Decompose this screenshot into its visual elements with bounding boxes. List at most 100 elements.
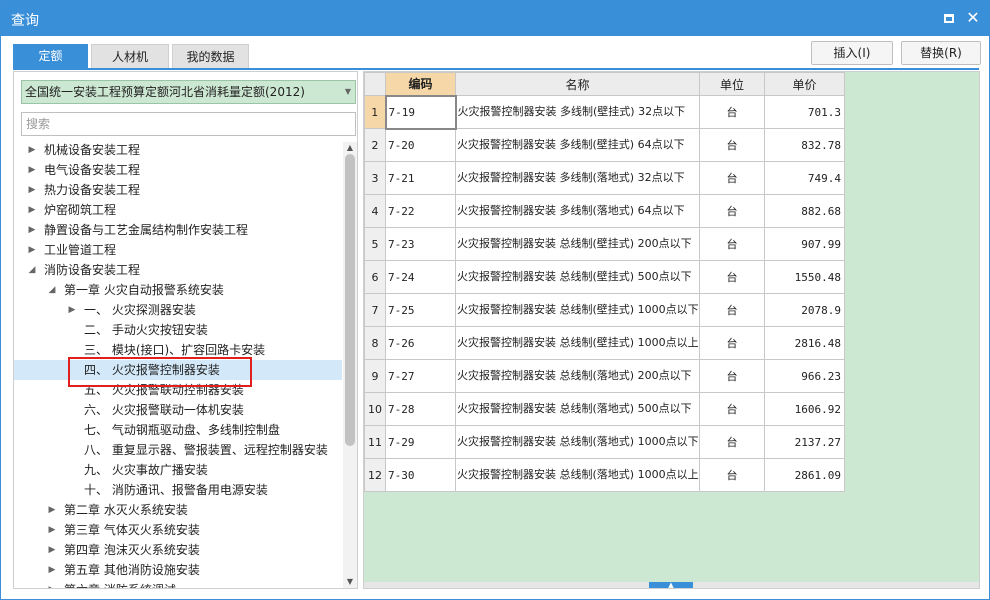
table-row[interactable]: 12 7-30 火灾报警控制器安装 总线制(落地式) 1000点以上台 2861.09 — [364, 458, 845, 492]
expand-arrow-icon[interactable]: ▶ — [46, 520, 58, 540]
cell-name[interactable]: 火灾报警控制器安装 总线制(落地式) 200点以下 — [455, 359, 700, 393]
tree-item[interactable]: ◢ 消防设备安装工程 — [14, 260, 342, 280]
collapse-arrow-icon[interactable]: ◢ — [46, 280, 58, 300]
table-row[interactable]: 3 7-21 火灾报警控制器安装 多线制(落地式) 32点以下台 749.4 — [364, 161, 845, 195]
cell-name[interactable]: 火灾报警控制器安装 多线制(落地式) 64点以下 — [455, 194, 700, 228]
cell-unit[interactable]: 台 — [699, 326, 765, 360]
tree-item[interactable]: ◢ 第一章 火灾自动报警系统安装 — [14, 280, 342, 300]
cell-code[interactable]: 7-29 — [385, 425, 456, 459]
tree-item[interactable]: ▶ 工业管道工程 — [14, 240, 342, 260]
expand-arrow-icon[interactable]: ▶ — [66, 300, 78, 320]
row-index[interactable]: 2 — [364, 128, 386, 162]
cell-name[interactable]: 火灾报警控制器安装 多线制(壁挂式) 32点以下 — [455, 95, 700, 129]
cell-name[interactable]: 火灾报警控制器安装 多线制(壁挂式) 64点以下 — [455, 128, 700, 162]
tree-item[interactable]: ▶ 电气设备安装工程 — [14, 160, 342, 180]
cell-price[interactable]: 749.4 — [764, 161, 845, 195]
tab-labor-material-machine[interactable]: 人材机 — [91, 44, 169, 69]
cell-code[interactable]: 7-19 — [384, 94, 457, 130]
expand-arrow-icon[interactable]: ▶ — [46, 560, 58, 580]
tree-scrollbar[interactable]: ▲ ▼ — [343, 142, 357, 588]
cell-price[interactable]: 2078.9 — [764, 293, 845, 327]
cell-name[interactable]: 火灾报警控制器安装 总线制(落地式) 1000点以下 — [455, 425, 700, 459]
cell-name[interactable]: 火灾报警控制器安装 总线制(落地式) 500点以下 — [455, 392, 700, 426]
table-row[interactable]: 2 7-20 火灾报警控制器安装 多线制(壁挂式) 64点以下台 832.78 — [364, 128, 845, 162]
cell-unit[interactable]: 台 — [699, 392, 765, 426]
cell-unit[interactable]: 台 — [699, 293, 765, 327]
cell-price[interactable]: 882.68 — [764, 194, 845, 228]
maximize-icon[interactable] — [940, 9, 958, 27]
cell-unit[interactable]: 台 — [699, 458, 765, 492]
tree-item[interactable]: ▶ 静置设备与工艺金属结构制作安装工程 — [14, 220, 342, 240]
tree-item[interactable]: ▶ 热力设备安装工程 — [14, 180, 342, 200]
cell-code[interactable]: 7-30 — [385, 458, 456, 492]
row-index[interactable]: 6 — [364, 260, 386, 294]
tree-item[interactable]: ▶ 炉窑砌筑工程 — [14, 200, 342, 220]
row-index[interactable]: 4 — [364, 194, 386, 228]
table-row[interactable]: 10 7-28 火灾报警控制器安装 总线制(落地式) 500点以下台 1606.92 — [364, 392, 845, 426]
table-row[interactable]: 1 7-19 火灾报警控制器安装 多线制(壁挂式) 32点以下台 701.3 — [364, 94, 845, 130]
cell-code[interactable]: 7-20 — [385, 128, 456, 162]
tree-item[interactable]: ▶ 第二章 水灭火系统安装 — [14, 500, 342, 520]
cell-price[interactable]: 2137.27 — [764, 425, 845, 459]
insert-button[interactable]: 插入(I) — [811, 41, 893, 65]
tree-item[interactable]: 九、 火灾事故广播安装 — [14, 460, 342, 480]
cell-code[interactable]: 7-26 — [385, 326, 456, 360]
expand-arrow-icon[interactable]: ▶ — [46, 500, 58, 520]
cell-unit[interactable]: 台 — [699, 227, 765, 261]
horizontal-splitter[interactable]: ▲ — [364, 582, 979, 588]
row-index[interactable]: 8 — [364, 326, 386, 360]
expand-arrow-icon[interactable]: ▶ — [26, 140, 38, 160]
table-row[interactable]: 6 7-24 火灾报警控制器安装 总线制(壁挂式) 500点以下台 1550.48 — [364, 260, 845, 294]
column-header-price[interactable]: 单价 — [764, 72, 845, 96]
cell-unit[interactable]: 台 — [699, 359, 765, 393]
cell-code[interactable]: 7-22 — [385, 194, 456, 228]
cell-name[interactable]: 火灾报警控制器安装 总线制(壁挂式) 200点以下 — [455, 227, 700, 261]
cell-price[interactable]: 2861.09 — [764, 458, 845, 492]
cell-name[interactable]: 火灾报警控制器安装 总线制(壁挂式) 500点以下 — [455, 260, 700, 294]
cell-code[interactable]: 7-28 — [385, 392, 456, 426]
expand-arrow-icon[interactable]: ▶ — [26, 160, 38, 180]
table-row[interactable]: 8 7-26 火灾报警控制器安装 总线制(壁挂式) 1000点以上台 2816.48 — [364, 326, 845, 360]
cell-price[interactable]: 966.23 — [764, 359, 845, 393]
row-index[interactable]: 10 — [364, 392, 386, 426]
table-row[interactable]: 7 7-25 火灾报警控制器安装 总线制(壁挂式) 1000点以下台 2078.9 — [364, 293, 845, 327]
expand-arrow-icon[interactable]: ▶ — [26, 180, 38, 200]
tree-item[interactable]: ▶ 第三章 气体灭火系统安装 — [14, 520, 342, 540]
cell-code[interactable]: 7-25 — [385, 293, 456, 327]
expand-arrow-icon[interactable]: ▶ — [46, 580, 58, 588]
expand-arrow-icon[interactable]: ▶ — [26, 220, 38, 240]
expand-arrow-icon[interactable]: ▶ — [46, 540, 58, 560]
tree-item[interactable]: 八、 重复显示器、警报装置、远程控制器安装 — [14, 440, 342, 460]
cell-unit[interactable]: 台 — [699, 161, 765, 195]
scroll-up-icon[interactable]: ▲ — [343, 142, 357, 154]
quota-library-select[interactable]: 全国统一安装工程预算定额河北省消耗量定额(2012) ▼ — [21, 80, 356, 104]
row-index[interactable]: 1 — [364, 95, 386, 129]
tree-item[interactable]: 七、 气动钢瓶驱动盘、多线制控制盘 — [14, 420, 342, 440]
tree-item[interactable]: ▶ 第五章 其他消防设施安装 — [14, 560, 342, 580]
tree-item[interactable]: 十、 消防通讯、报警备用电源安装 — [14, 480, 342, 500]
chevron-up-icon[interactable]: ▲ — [649, 582, 693, 588]
cell-code[interactable]: 7-23 — [385, 227, 456, 261]
cell-unit[interactable]: 台 — [699, 425, 765, 459]
cell-name[interactable]: 火灾报警控制器安装 总线制(壁挂式) 1000点以下 — [455, 293, 700, 327]
cell-code[interactable]: 7-27 — [385, 359, 456, 393]
close-icon[interactable]: ✕ — [964, 9, 982, 27]
tab-my-data[interactable]: 我的数据 — [172, 44, 249, 69]
search-input[interactable] — [21, 112, 356, 136]
collapse-arrow-icon[interactable]: ◢ — [26, 260, 38, 280]
row-index[interactable]: 11 — [364, 425, 386, 459]
tree-item[interactable]: ▶ 第六章 消防系统调试 — [14, 580, 342, 588]
cell-price[interactable]: 2816.48 — [764, 326, 845, 360]
column-header-name[interactable]: 名称 — [455, 72, 700, 96]
cell-unit[interactable]: 台 — [699, 260, 765, 294]
row-index[interactable]: 3 — [364, 161, 386, 195]
expand-arrow-icon[interactable]: ▶ — [26, 240, 38, 260]
cell-name[interactable]: 火灾报警控制器安装 总线制(壁挂式) 1000点以上 — [455, 326, 700, 360]
cell-unit[interactable]: 台 — [699, 194, 765, 228]
row-index[interactable]: 5 — [364, 227, 386, 261]
expand-arrow-icon[interactable]: ▶ — [26, 200, 38, 220]
tab-quota[interactable]: 定额 — [13, 44, 88, 69]
tree-item[interactable]: ▶ 机械设备安装工程 — [14, 140, 342, 160]
scroll-thumb[interactable] — [345, 154, 355, 446]
cell-code[interactable]: 7-21 — [385, 161, 456, 195]
